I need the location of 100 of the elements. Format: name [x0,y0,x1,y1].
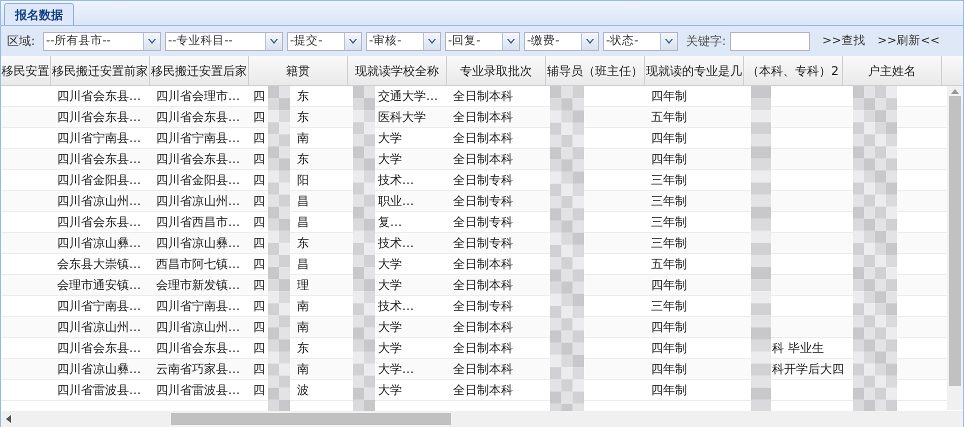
table-cell-text: 四 [253,319,266,336]
table-cell-text: 四 [253,340,266,357]
table-cell-text: 四川省西昌市… [155,214,241,231]
table-cell-text: 四 [253,214,266,231]
table-cell-text: 四 [253,277,266,294]
table-cell-text: 大学 [378,256,402,273]
table-cell-text: 四川省凉山州… [155,193,241,210]
column-header[interactable]: 籍贯 [249,56,348,85]
table-cell-text: 四 [253,151,266,168]
table-cell-text: 南 [297,361,309,378]
table-cell-text: 全日制本科 [452,88,514,105]
table-cell-text: 全日制本科 [452,361,514,378]
filter-select[interactable]: --所有县市-- [43,32,162,50]
up-arrow-icon[interactable] [951,89,959,94]
table-cell-text: 大学 [378,151,402,168]
table-cell-text: 全日制专科 [452,298,514,315]
column-header[interactable]: 移民搬迁安置后家 [150,56,249,85]
table-cell-text: 全日制本科 [452,109,514,126]
table-cell-text: 科 毕业生 [772,340,824,357]
column-header[interactable]: 专业录取批次 [447,56,546,85]
table-cell-text: 四川省凉山州… [56,193,142,210]
left-arrow-icon[interactable] [6,415,11,423]
vertical-scrollbar[interactable] [947,86,963,410]
table-cell-text: 大学 [378,382,402,399]
table-cell-text: 四年制 [650,361,688,378]
table-cell-text: 五年制 [650,109,688,126]
table-cell-text: 四 [253,235,266,252]
table-cell-text: 四川省会东县… [56,88,142,105]
table-cell-text: 全日制本科 [452,382,514,399]
table-cell-text: 四 [253,193,266,210]
table-cell-text: 四川省金阳县… [56,172,142,189]
area-label: 区域: [7,33,36,50]
table-cell-text: 大学 [378,319,402,336]
table-cell-text: 三年制 [650,235,688,252]
refresh-link[interactable]: >>刷新<< [877,32,940,50]
table-cell-text: 四 [253,256,266,273]
table-cell-text: 大学 [378,340,402,357]
table-cell-text: 云南省巧家县… [155,361,241,378]
table-cell-text: 四川省雷波县… [56,382,142,399]
table-cell-text: 四年制 [650,340,688,357]
table-cell-text: 四川省凉山彝… [56,235,142,252]
filter-select[interactable]: --专业科目-- [165,32,284,50]
search-link[interactable]: >>查找 [822,32,866,50]
table-cell-text: 理 [297,277,309,294]
table-cell-text: 四年制 [650,382,688,399]
table-cell-text: 五年制 [650,256,688,273]
table-cell-text: 大学 [378,130,402,147]
table-cell-text: 大学 [378,277,402,294]
table-cell-text: 四年制 [650,88,688,105]
table-cell-text: 全日制专科 [452,172,514,189]
table-cell-text: 四川省金阳县… [155,172,241,189]
table-cell-text: 四川省会东县… [56,109,142,126]
table-cell-text: 四川省凉山彝… [56,361,142,378]
table-cell-text: 东 [297,151,309,168]
table-cell-text: 四 [253,130,266,147]
keyword-field[interactable] [730,32,810,50]
filter-select[interactable]: -状态- [603,32,678,50]
table-cell-text: 复… [378,214,402,231]
column-header[interactable]: 现就读学校全称 [348,56,447,85]
column-header[interactable]: 户主姓名 [843,56,942,85]
table-cell-text: 全日制本科 [452,277,514,294]
table-cell-text: 全日制专科 [452,214,514,231]
table-cell-text: 三年制 [650,298,688,315]
column-header[interactable]: （本科、专科）2 [744,56,843,85]
table-cell-text: 三年制 [650,172,688,189]
table-cell-text: 南 [297,298,309,315]
filter-select[interactable]: -回复- [445,32,520,50]
table-cell-text: 全日制专科 [452,235,514,252]
tab[interactable]: 报名数据 [4,3,74,25]
table-cell-text: 东 [297,109,309,126]
table-cell-text: 四川省宁南县… [155,298,241,315]
table-cell-text: 三年制 [650,193,688,210]
table-cell-text: 四川省会理市… [155,88,241,105]
table-cell-text: 技术… [378,172,414,189]
table-cell-text: 医科大学 [378,109,426,126]
table-cell-text: 四年制 [650,277,688,294]
table-cell-text: 科开学后大四 [772,361,844,378]
column-header[interactable]: 现就读的专业是几 [645,56,744,85]
table-cell-text: 会理市通安镇… [56,277,142,294]
keyword-label: 关键字: [686,33,726,50]
table-cell-text: 四年制 [650,151,688,168]
table-cell-text: 职业… [378,193,414,210]
filter-select[interactable]: -审核- [366,32,442,50]
filter-select[interactable]: -缴费- [524,32,600,50]
table-cell-text: 三年制 [650,214,688,231]
table-cell-text: 会理市新发镇… [155,277,241,294]
column-header[interactable]: 移民搬迁安置前家 [51,56,150,85]
table-cell-text: 四 [253,361,266,378]
horizontal-scrollbar[interactable] [1,411,963,427]
table-cell-text: 大学… [378,361,414,378]
table-cell-text: 昌 [297,256,309,273]
table-cell-text: 四 [253,382,266,399]
table-cell-text: 技术… [378,235,414,252]
table-cell-text: 南 [297,319,309,336]
table-cell-text: 四川省会东县… [56,151,142,168]
column-header[interactable]: 移民安置 [1,56,51,85]
table-cell-text: 全日制专科 [452,193,514,210]
column-header[interactable]: 辅导员（班主任） [546,56,645,85]
filter-select[interactable]: -提交- [287,32,362,50]
table-cell-text: 四 [253,298,266,315]
